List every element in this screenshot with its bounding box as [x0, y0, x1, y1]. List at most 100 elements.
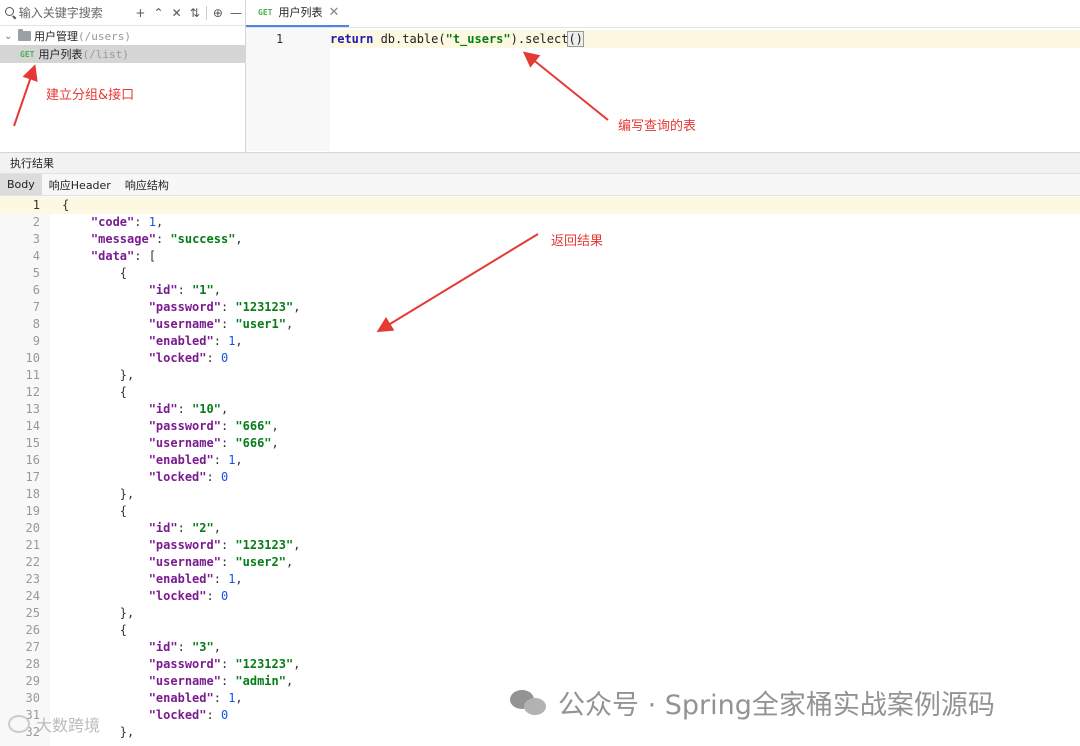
line-number: 30 [25, 691, 40, 705]
editor-tabbar: GET 用户列表 ✕ [246, 0, 1080, 28]
json-line: 12 { [0, 384, 1080, 401]
api-tree: ⌄ 用户管理 (/users) GET 用户列表 (/list) [0, 26, 245, 63]
close-icon[interactable]: ✕ [328, 5, 339, 20]
folder-icon [18, 29, 31, 41]
json-code: "message": "success", [90, 232, 243, 246]
expand-collapse-icon[interactable]: ⌃ [150, 3, 168, 23]
json-code: { [62, 266, 128, 280]
code-line[interactable]: return db.table("t_users").select() [330, 30, 1080, 48]
line-number: 4 [32, 249, 40, 263]
line-number: 14 [25, 419, 40, 433]
json-code: "id": "1", [148, 283, 221, 297]
line-number: 17 [25, 470, 40, 484]
json-code: "code": 1, [90, 215, 164, 229]
code-string: "t_users" [445, 32, 511, 46]
json-code: { [62, 198, 70, 212]
tree-group-users[interactable]: ⌄ 用户管理 (/users) [0, 27, 245, 45]
annotation-write-table: 编写查询的表 [618, 119, 697, 134]
watermark-text: 公众号 · Spring全家桶实战案例源码 [558, 690, 995, 721]
json-code: { [62, 623, 128, 637]
json-code: "locked": 0 [148, 351, 229, 365]
line-number: 13 [25, 402, 40, 416]
json-code: "locked": 0 [148, 589, 229, 603]
line-number: 21 [25, 538, 40, 552]
json-line: 28 "password": "123123", [0, 656, 1080, 673]
json-line: 3 "message": "success", [0, 231, 1080, 248]
wechat-icon [510, 688, 548, 718]
json-line: 13 "id": "10", [0, 401, 1080, 418]
tab-label: 用户列表 [278, 6, 323, 19]
json-code: "username": "666", [148, 436, 279, 450]
json-code: "locked": 0 [148, 470, 229, 484]
json-code: "password": "123123", [148, 538, 301, 552]
json-line: 4 "data": [ [0, 248, 1080, 265]
item-name: 用户列表 [38, 48, 83, 61]
line-number: 28 [25, 657, 40, 671]
json-code: }, [62, 368, 135, 382]
tab-label: 响应Header [48, 178, 111, 192]
json-code: "password": "123123", [148, 300, 301, 314]
json-line: 24 "locked": 0 [0, 588, 1080, 605]
line-number: 9 [32, 334, 40, 348]
code-keyword: return [330, 32, 374, 46]
line-number: 27 [25, 640, 40, 654]
results-header: 执行结果 [0, 152, 1080, 174]
json-line: 8 "username": "user1", [0, 316, 1080, 333]
json-code: { [62, 385, 128, 399]
line-number: 18 [25, 487, 40, 501]
search-icon [4, 6, 17, 20]
line-number: 23 [25, 572, 40, 586]
json-line: 17 "locked": 0 [0, 469, 1080, 486]
wechat-watermark: 公众号 · Spring全家桶实战案例源码 [510, 683, 995, 722]
json-line: 23 "enabled": 1, [0, 571, 1080, 588]
tree-item-user-list[interactable]: GET 用户列表 (/list) [0, 45, 245, 63]
json-code: }, [62, 606, 135, 620]
tab-user-list[interactable]: GET 用户列表 ✕ [246, 0, 350, 27]
line-number: 29 [25, 674, 40, 688]
json-code: }, [62, 487, 135, 501]
tab-label: 响应结构 [124, 178, 169, 192]
line-number: 26 [25, 623, 40, 637]
weibo-icon [8, 715, 30, 733]
json-line: 10 "locked": 0 [0, 350, 1080, 367]
json-code: "enabled": 1, [148, 334, 243, 348]
line-number: 25 [25, 606, 40, 620]
line-number: 1 [32, 198, 40, 212]
sort-icon[interactable]: ⇅ [186, 3, 204, 23]
json-line: 26 { [0, 622, 1080, 639]
collapse-all-icon[interactable]: ✕ [168, 3, 186, 23]
json-code: { [62, 504, 128, 518]
chevron-down-icon[interactable]: ⌄ [4, 31, 16, 42]
weibo-watermark: 大数跨境 [8, 712, 100, 736]
locate-icon[interactable]: ⊕ [209, 3, 227, 23]
line-number: 12 [25, 385, 40, 399]
line-number: 8 [32, 317, 40, 331]
add-icon[interactable]: + [131, 3, 149, 23]
json-line: 18 }, [0, 486, 1080, 503]
group-name: 用户管理 [34, 30, 78, 43]
tab-response-header[interactable]: 响应Header [42, 174, 118, 195]
json-code: "username": "user2", [148, 555, 294, 569]
tab-response-structure[interactable]: 响应结构 [118, 174, 176, 195]
json-result-view[interactable]: 1{2 "code": 1, 3 "message": "success", 4 "… [0, 196, 1080, 746]
search-input[interactable] [18, 5, 119, 20]
minimize-icon[interactable]: — [227, 3, 245, 23]
json-line: 25 }, [0, 605, 1080, 622]
line-number: 6 [32, 283, 40, 297]
json-line: 32 }, [0, 724, 1080, 741]
json-line: 21 "password": "123123", [0, 537, 1080, 554]
line-number: 3 [32, 232, 40, 246]
line-number: 24 [25, 589, 40, 603]
json-code: "data": [ [90, 249, 156, 263]
line-number: 7 [32, 300, 40, 314]
json-line: 1{ [0, 197, 1080, 214]
json-line: 11 }, [0, 367, 1080, 384]
json-line: 16 "enabled": 1, [0, 452, 1080, 469]
json-code: "username": "admin", [148, 674, 294, 688]
line-number: 15 [25, 436, 40, 450]
code-parens: () [567, 31, 584, 47]
line-number: 5 [32, 266, 40, 280]
json-code: "password": "666", [148, 419, 279, 433]
tree-toolbar: + ⌃ ✕ ⇅ ⊕ — [0, 0, 245, 26]
tab-body[interactable]: Body [0, 174, 42, 195]
